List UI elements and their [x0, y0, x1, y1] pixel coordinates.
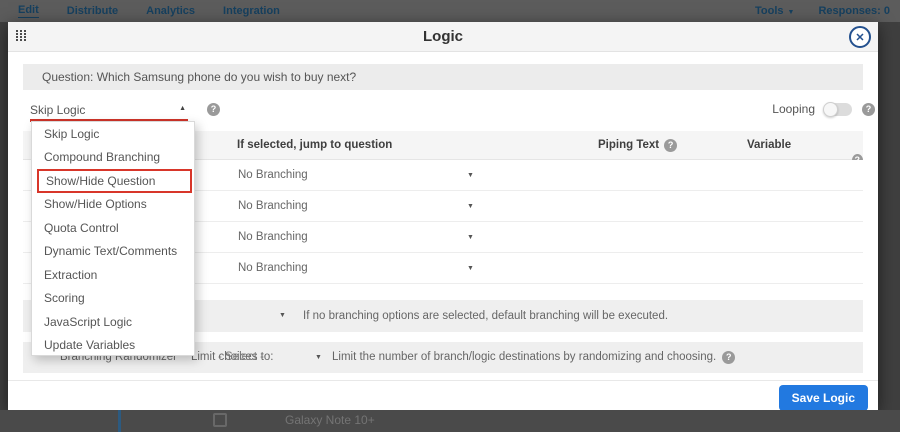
chevron-down-icon[interactable]: ▼	[315, 342, 322, 373]
modal-header: Logic ✕	[8, 22, 878, 52]
chevron-down-icon[interactable]: ▼	[467, 160, 474, 191]
nav-tab-analytics[interactable]: Analytics	[146, 5, 195, 18]
logic-type-dropdown-menu: Skip Logic Compound Branching Show/Hide …	[31, 121, 195, 356]
save-logic-button[interactable]: Save Logic	[779, 385, 868, 411]
tools-menu[interactable]: Tools ▼	[755, 5, 794, 18]
dropdown-item-scoring[interactable]: Scoring	[32, 287, 194, 311]
dropdown-item-update-variables[interactable]: Update Variables	[32, 334, 194, 358]
header-piping-text: Piping Text ?	[598, 131, 677, 160]
piping-text-help-icon[interactable]: ?	[664, 139, 677, 152]
dimmed-background-page: Galaxy Note 10+	[0, 410, 900, 432]
dropdown-item-show-hide-options[interactable]: Show/Hide Options	[32, 193, 194, 217]
logic-type-value: Skip Logic	[30, 103, 85, 117]
looping-toggle[interactable]	[825, 103, 852, 116]
dropdown-item-extraction[interactable]: Extraction	[32, 263, 194, 287]
looping-label: Looping	[772, 102, 815, 116]
dropdown-item-dynamic-text-comments[interactable]: Dynamic Text/Comments	[32, 240, 194, 264]
piping-text-label: Piping Text	[598, 131, 659, 160]
default-branching-note: If no branching options are selected, de…	[303, 300, 668, 332]
dropdown-item-compound-branching[interactable]: Compound Branching	[32, 146, 194, 170]
question-label: Question: Which Samsung phone do you wis…	[23, 64, 863, 90]
logic-modal: Logic ✕ Question: Which Samsung phone do…	[8, 22, 878, 410]
chevron-up-icon: ▲	[179, 105, 186, 112]
branching-select[interactable]: No Branching	[238, 160, 308, 191]
footer-divider	[8, 380, 878, 381]
randomizer-note: Limit the number of branch/logic destina…	[332, 342, 735, 373]
answer-checkbox[interactable]	[213, 413, 227, 427]
looping-control: Looping ?	[772, 102, 875, 116]
nav-tab-integration[interactable]: Integration	[223, 5, 280, 18]
randomizer-help-icon[interactable]: ?	[722, 351, 735, 364]
branching-select[interactable]: No Branching	[238, 253, 308, 284]
dropdown-item-skip-logic[interactable]: Skip Logic	[32, 122, 194, 146]
chevron-down-icon: ▼	[788, 9, 795, 16]
looping-help-icon[interactable]: ?	[862, 103, 875, 116]
logic-type-help-icon[interactable]: ?	[207, 103, 220, 116]
randomizer-note-text: Limit the number of branch/logic destina…	[332, 342, 716, 373]
nav-tab-distribute[interactable]: Distribute	[67, 5, 118, 18]
chevron-down-icon[interactable]: ▼	[467, 253, 474, 284]
chevron-down-icon[interactable]: ▼	[467, 222, 474, 253]
top-nav: Edit Distribute Analytics Integration To…	[0, 0, 900, 22]
randomizer-select[interactable]: - Select -	[218, 342, 264, 373]
answer-option-label: Galaxy Note 10+	[285, 413, 375, 427]
dropdown-item-javascript-logic[interactable]: JavaScript Logic	[32, 310, 194, 334]
question-accent-line	[118, 410, 121, 432]
nav-tab-edit[interactable]: Edit	[18, 4, 39, 18]
toggle-knob	[823, 102, 838, 117]
nav-right-group: Tools ▼ Responses: 0	[755, 0, 890, 22]
dropdown-item-show-hide-question[interactable]: Show/Hide Question	[37, 169, 192, 193]
dropdown-item-quota-control[interactable]: Quota Control	[32, 216, 194, 240]
tools-label: Tools	[755, 5, 784, 17]
chevron-down-icon[interactable]: ▼	[467, 191, 474, 222]
drag-handle-icon[interactable]	[16, 30, 27, 44]
chevron-down-icon[interactable]: ▼	[279, 300, 286, 332]
branching-select[interactable]: No Branching	[238, 191, 308, 222]
header-jump-to-question: If selected, jump to question	[237, 131, 392, 160]
responses-count[interactable]: Responses: 0	[818, 5, 890, 18]
logic-type-select[interactable]: Skip Logic ▲	[30, 101, 188, 118]
close-icon[interactable]: ✕	[849, 26, 871, 48]
branching-select[interactable]: No Branching	[238, 222, 308, 253]
modal-title: Logic	[8, 22, 878, 52]
